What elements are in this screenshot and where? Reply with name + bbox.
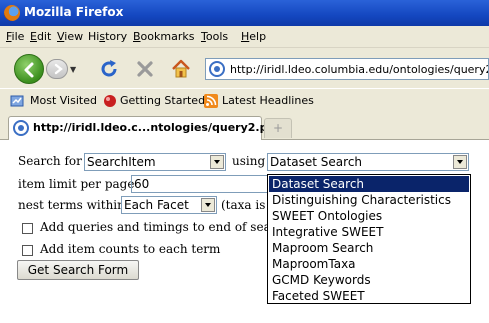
forward-button[interactable] bbox=[46, 59, 68, 79]
add-counts-label: Add item counts to each term bbox=[40, 242, 221, 256]
dropdown-option[interactable]: Dataset Search bbox=[269, 176, 469, 192]
using-dropdown-list: Dataset Search Distinguishing Characteri… bbox=[267, 174, 471, 304]
chevron-down-icon[interactable] bbox=[201, 198, 215, 212]
history-dropdown-icon[interactable]: ▼ bbox=[70, 65, 76, 74]
tab-label: http://iridl.ldeo.c...ntologies/query2.p… bbox=[33, 121, 272, 134]
bookmarks-toolbar: Most Visited Getting Started Latest Head… bbox=[0, 88, 489, 112]
dropdown-option[interactable]: MaproomTaxa bbox=[269, 256, 469, 272]
menu-edit[interactable]: Edit bbox=[30, 30, 51, 43]
add-queries-checkbox[interactable] bbox=[22, 223, 33, 234]
home-icon[interactable] bbox=[170, 58, 192, 80]
search-item-value: SearchItem bbox=[87, 155, 156, 169]
forward-arrow-icon bbox=[54, 63, 63, 75]
dropdown-option[interactable]: Integrative SWEET bbox=[269, 224, 469, 240]
add-counts-checkbox[interactable] bbox=[22, 245, 33, 256]
menu-tools[interactable]: Tools bbox=[201, 30, 228, 43]
using-label: using bbox=[232, 154, 266, 168]
dropdown-option[interactable]: Faceted SWEET bbox=[269, 288, 469, 304]
nest-terms-note: (taxa is bbox=[221, 198, 266, 212]
menu-file[interactable]: File bbox=[6, 30, 24, 43]
search-item-select[interactable]: SearchItem bbox=[84, 153, 226, 171]
bookmark-most-visited[interactable]: Most Visited bbox=[30, 94, 97, 107]
site-identity-icon[interactable] bbox=[209, 61, 225, 77]
add-queries-label: Add queries and timings to end of sea bbox=[40, 220, 271, 234]
title-bar: Mozilla Firefox bbox=[0, 0, 489, 26]
chevron-down-icon[interactable] bbox=[210, 155, 224, 169]
getting-started-icon bbox=[104, 95, 116, 107]
menu-view[interactable]: View bbox=[57, 30, 83, 43]
using-select[interactable]: Dataset Search bbox=[267, 153, 469, 171]
new-tab-button[interactable]: + bbox=[264, 118, 292, 138]
rss-feed-icon bbox=[204, 94, 218, 108]
using-value: Dataset Search bbox=[270, 155, 363, 169]
window-title: Mozilla Firefox bbox=[24, 5, 124, 19]
search-for-label: Search for bbox=[18, 154, 82, 168]
item-limit-input[interactable]: 60 bbox=[131, 175, 271, 193]
nest-terms-select[interactable]: Each Facet bbox=[121, 196, 217, 214]
url-input[interactable] bbox=[230, 61, 488, 77]
menu-bookmarks[interactable]: Bookmarks bbox=[133, 30, 194, 43]
chevron-down-icon[interactable] bbox=[453, 155, 467, 169]
dropdown-option[interactable]: Maproom Search bbox=[269, 240, 469, 256]
navigation-toolbar: ▼ bbox=[0, 48, 489, 88]
most-visited-icon bbox=[10, 95, 24, 107]
nest-terms-label: nest terms within bbox=[18, 198, 125, 212]
dropdown-option[interactable]: SWEET Ontologies bbox=[269, 208, 469, 224]
tab-favicon-icon bbox=[13, 120, 29, 136]
reload-icon[interactable] bbox=[98, 58, 120, 80]
back-button[interactable] bbox=[14, 54, 44, 84]
item-limit-label: item limit per page bbox=[18, 177, 135, 191]
dropdown-option[interactable]: Distinguishing Characteristics bbox=[269, 192, 469, 208]
back-arrow-icon bbox=[24, 62, 34, 78]
menu-help[interactable]: Help bbox=[241, 30, 266, 43]
stop-icon[interactable] bbox=[134, 58, 156, 80]
menu-history[interactable]: History bbox=[88, 30, 127, 43]
dropdown-option[interactable]: GCMD Keywords bbox=[269, 272, 469, 288]
bookmark-getting-started[interactable]: Getting Started bbox=[120, 94, 205, 107]
nest-terms-value: Each Facet bbox=[124, 198, 189, 212]
tab-query2[interactable]: http://iridl.ldeo.c...ntologies/query2.p… bbox=[8, 116, 271, 140]
tab-strip: http://iridl.ldeo.c...ntologies/query2.p… bbox=[0, 112, 489, 140]
bookmark-latest-headlines[interactable]: Latest Headlines bbox=[222, 94, 314, 107]
address-bar[interactable] bbox=[205, 58, 489, 80]
get-search-form-button[interactable]: Get Search Form bbox=[17, 260, 139, 280]
menu-bar: File Edit View History Bookmarks Tools H… bbox=[0, 26, 489, 48]
firefox-icon bbox=[4, 5, 20, 21]
